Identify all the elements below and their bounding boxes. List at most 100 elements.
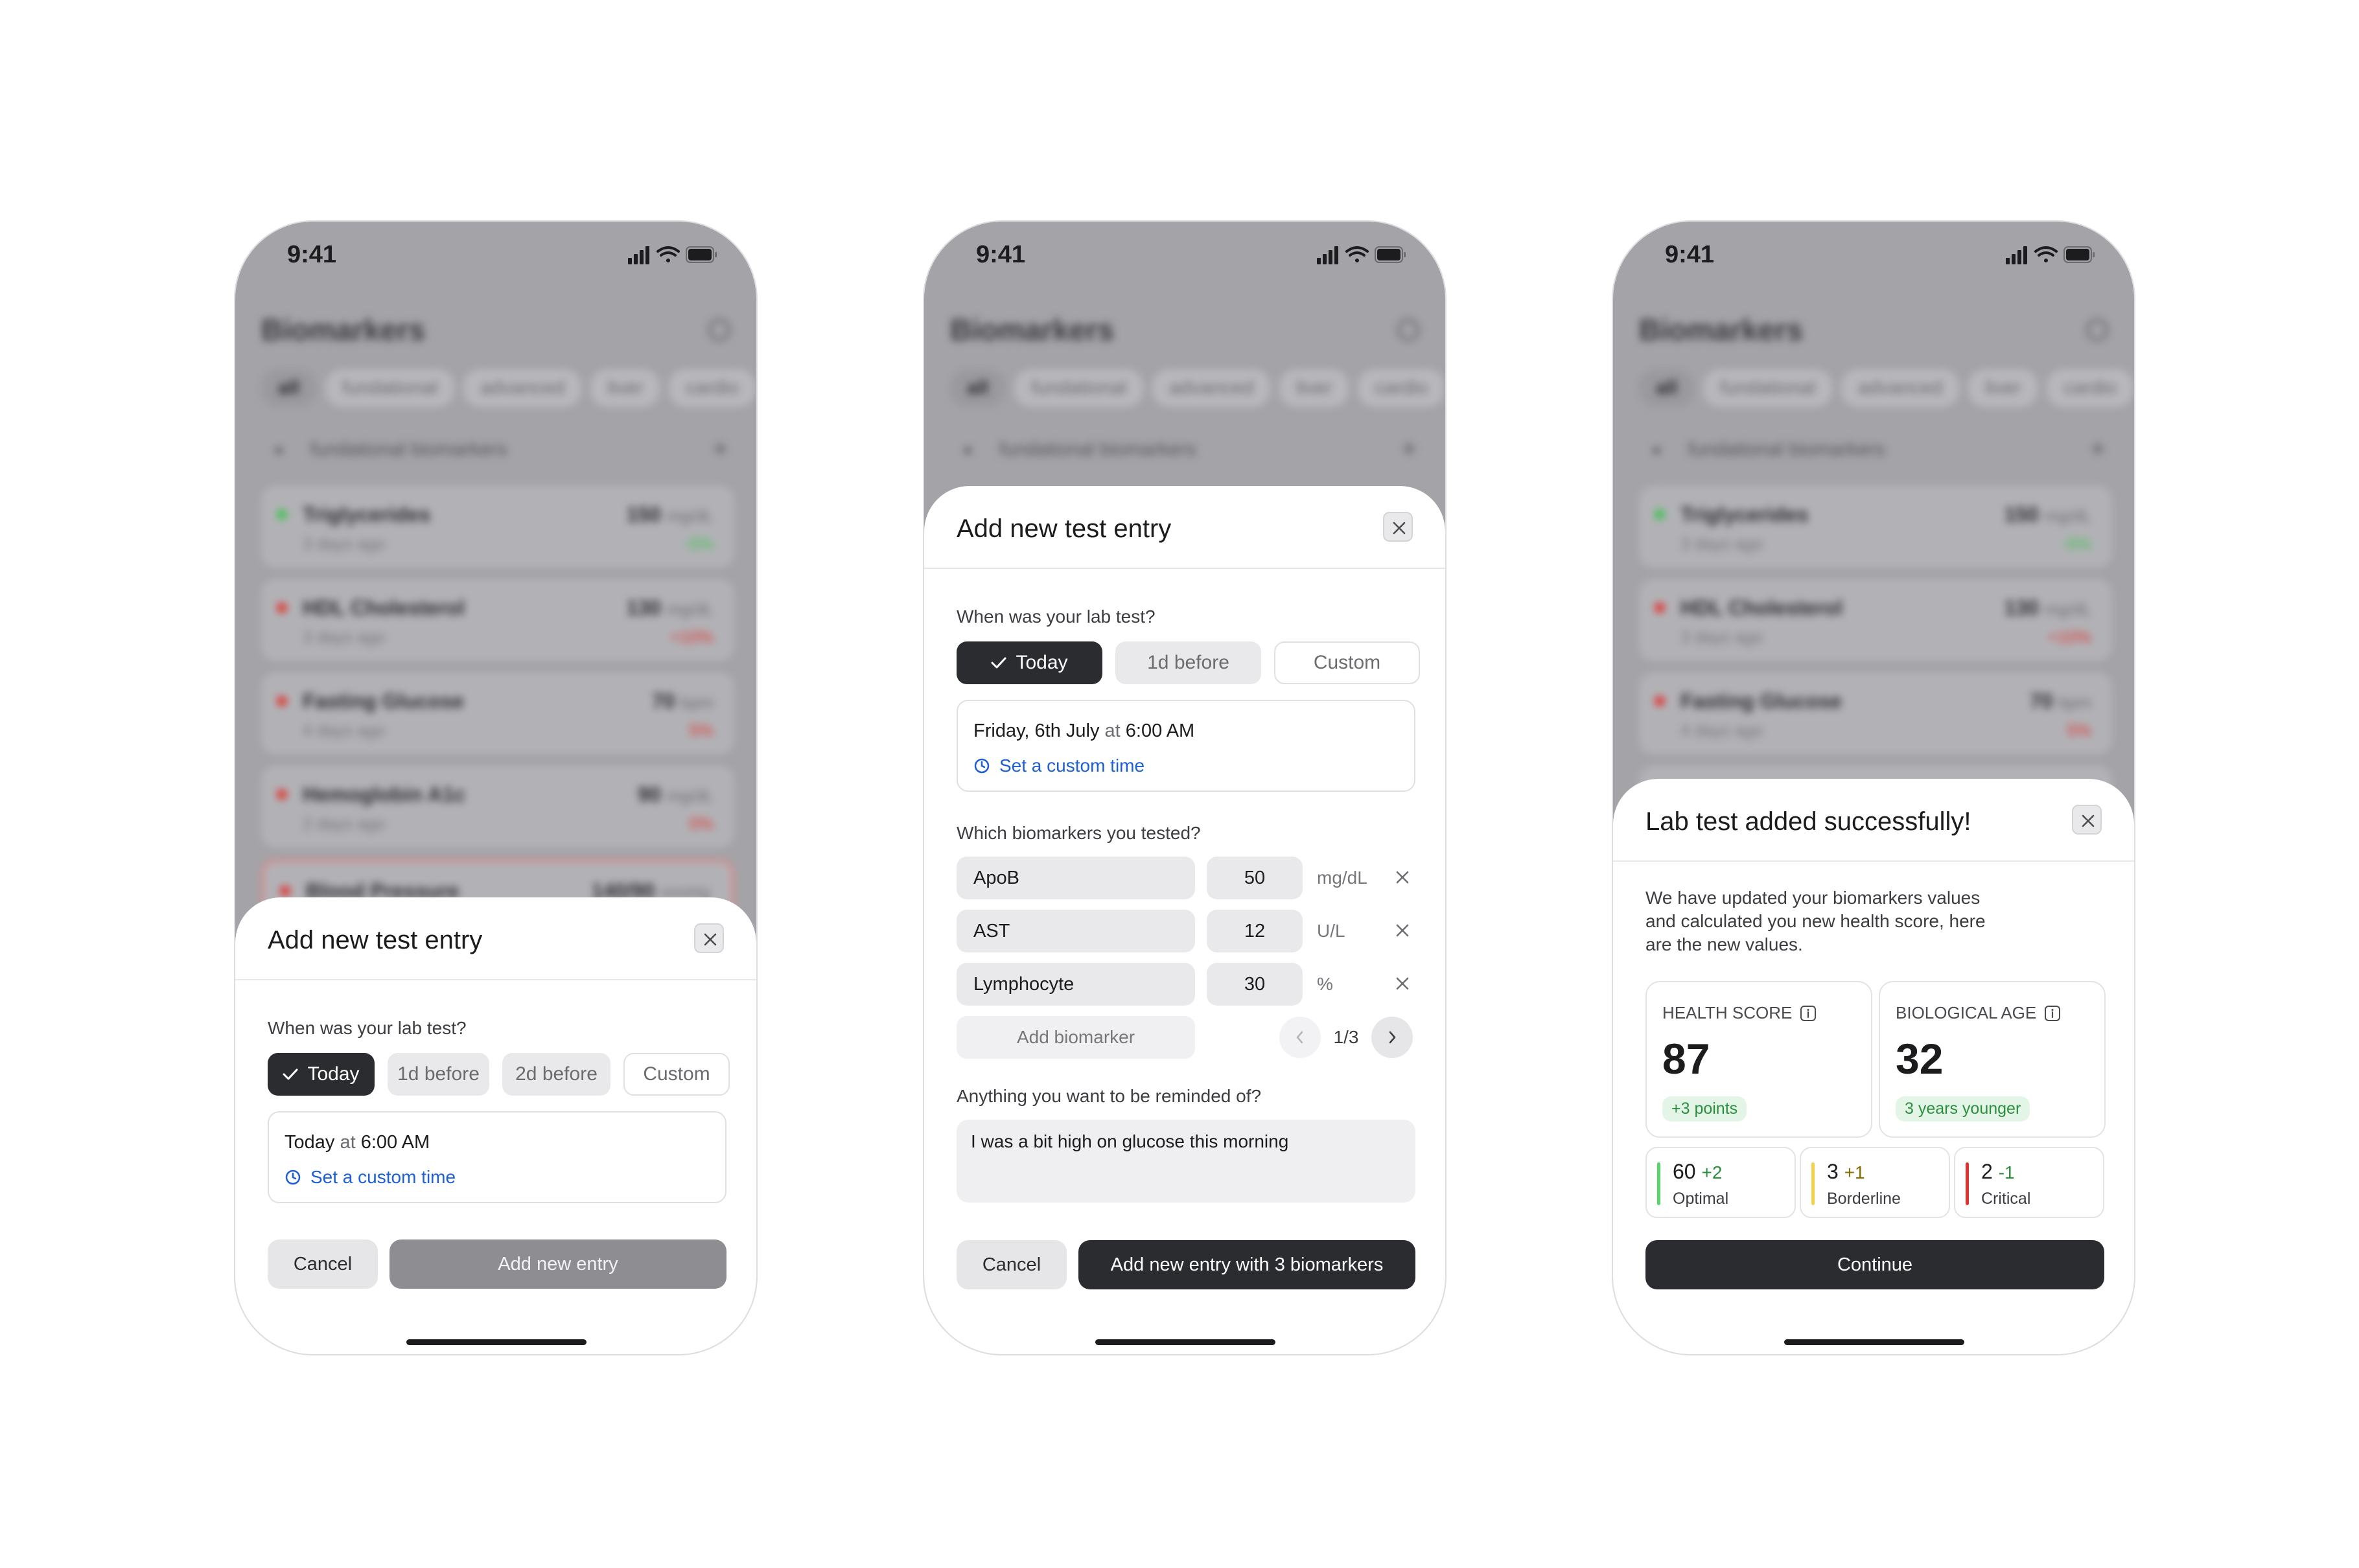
status-dot: [277, 509, 287, 520]
remove-icon[interactable]: [1393, 974, 1412, 993]
clock-icon: [974, 758, 990, 774]
cancel-button[interactable]: Cancel: [957, 1240, 1067, 1289]
bg-card-name: Fasting Glucose: [1680, 689, 1842, 713]
biomarker-value-field[interactable]: 30: [1207, 963, 1303, 1006]
bg-card-value-num: 130: [626, 596, 661, 619]
close-icon: [2082, 814, 2095, 827]
page-indicator: 1/3: [1333, 1027, 1359, 1047]
add-biomarker-button[interactable]: Add biomarker: [957, 1016, 1195, 1059]
option-1d-before[interactable]: 1d before: [388, 1053, 489, 1096]
close-button[interactable]: [694, 923, 724, 953]
option-today[interactable]: Today: [957, 641, 1102, 684]
add-entry-button[interactable]: Add new entry with 3 biomarkers: [1078, 1240, 1415, 1289]
biological-age-badge: 3 years younger: [1896, 1096, 2030, 1122]
bg-filter-chips: all fundational advanced liver cardio: [261, 369, 756, 407]
bg-section-label: fundational biomarkers: [1688, 439, 1885, 460]
bg-card-name: Hemoglobin A1c: [303, 783, 466, 806]
bg-card-unit: bpm: [2058, 693, 2091, 712]
prev-page-button[interactable]: [1279, 1017, 1321, 1058]
date-question: When was your lab test?: [957, 606, 1156, 627]
add-entry-sheet: Add new test entry When was your lab tes…: [924, 486, 1445, 1354]
signal-icon: [2006, 246, 2027, 264]
biomarker-row: Lymphocyte 30 %: [957, 963, 1415, 1006]
biomarker-value-field[interactable]: 50: [1207, 857, 1303, 899]
action-buttons: Cancel Add new entry: [268, 1239, 726, 1289]
health-score-badge: +3 points: [1662, 1096, 1747, 1122]
sheet-header: Add new test entry: [924, 486, 1445, 569]
action-buttons: Cancel Add new entry with 3 biomarkers: [957, 1240, 1415, 1289]
next-page-button[interactable]: [1371, 1017, 1413, 1058]
add-entry-sheet: Add new test entry When was your lab tes…: [235, 897, 756, 1354]
status-icons: [628, 246, 717, 264]
option-custom[interactable]: Custom: [1274, 641, 1420, 684]
remove-icon[interactable]: [1393, 868, 1412, 886]
option-custom[interactable]: Custom: [623, 1053, 730, 1096]
bg-card: HDL Cholesterol 3 days ago 130 mg/dL +10…: [1639, 579, 2112, 661]
sheet-title: Lab test added successfully!: [1645, 807, 1971, 836]
cancel-button[interactable]: Cancel: [268, 1239, 378, 1289]
battery-icon: [2063, 246, 2095, 263]
bg-card-unit: mg/dL: [2044, 599, 2091, 619]
set-custom-time-link[interactable]: Set a custom time: [973, 755, 1145, 776]
bg-card-name: HDL Cholesterol: [1680, 596, 1843, 619]
bg-section-header: ● fundational biomarkers +: [261, 435, 734, 465]
bg-card-sub: 3 days ago: [1680, 627, 1763, 647]
sheet-title: Add new test entry: [268, 926, 483, 954]
bg-card: Hemoglobin A1c 2 days ago 90 mg/dL 0%: [261, 766, 734, 847]
date-day: Today: [285, 1132, 335, 1153]
add-entry-button[interactable]: Add new entry: [389, 1239, 726, 1289]
bg-card: Triglycerides 3 days ago 150 mg/dL -5%: [261, 486, 734, 568]
bg-card-value: 70 bpm: [2030, 689, 2091, 713]
bg-page-title: Biomarkers: [261, 313, 426, 347]
bg-card-value: 70 bpm: [652, 689, 714, 713]
biomarker-value-field[interactable]: 12: [1207, 910, 1303, 952]
option-today[interactable]: Today: [268, 1053, 375, 1096]
status-time: 9:41: [1665, 241, 1715, 268]
date-text: Friday, 6th July at 6:00 AM: [973, 721, 1194, 742]
home-indicator: [1784, 1339, 1964, 1345]
bg-page-title: Biomarkers: [1639, 313, 1804, 347]
bg-card-value: 150 mg/dL: [626, 503, 714, 527]
reminder-textarea[interactable]: I was a bit high on glucose this morning: [957, 1120, 1415, 1203]
bg-card-value-num: 150: [626, 503, 661, 526]
biomarker-row: ApoB 50 mg/dL: [957, 857, 1415, 899]
date-at: at: [1104, 721, 1121, 741]
signal-icon: [1317, 246, 1338, 264]
count-number: 60: [1673, 1160, 1696, 1183]
info-icon[interactable]: [1800, 1005, 1817, 1022]
close-button[interactable]: [2072, 805, 2102, 835]
info-icon[interactable]: [2044, 1005, 2061, 1022]
continue-button[interactable]: Continue: [1645, 1240, 2104, 1289]
close-button[interactable]: [1383, 512, 1413, 542]
status-time: 9:41: [976, 241, 1026, 268]
date-text: Today at 6:00 AM: [285, 1132, 430, 1153]
bg-chip: fundational: [325, 369, 455, 407]
option-1d-before[interactable]: 1d before: [1115, 641, 1261, 684]
bg-section-label: fundational biomarkers: [999, 439, 1196, 460]
optimal-indicator: [1657, 1162, 1660, 1205]
status-dot: [1655, 603, 1665, 613]
biomarker-name-field[interactable]: ApoB: [957, 857, 1195, 899]
bg-card-value: 130 mg/dL: [2004, 596, 2091, 620]
remove-icon[interactable]: [1393, 921, 1412, 940]
biomarker-name-field[interactable]: AST: [957, 910, 1195, 952]
health-score-label-text: HEALTH SCORE: [1662, 1003, 1793, 1022]
bg-card-name: Fasting Glucose: [303, 689, 464, 713]
bg-chip: advanced: [1841, 369, 1960, 407]
bg-card-change: 5%: [689, 721, 714, 740]
biological-age-label-text: BIOLOGICAL AGE: [1896, 1003, 2037, 1022]
bg-chip: fundational: [1014, 369, 1144, 407]
date-options: Today 1d before 2d before Custom: [268, 1053, 730, 1096]
biomarker-name-field[interactable]: Lymphocyte: [957, 963, 1195, 1006]
bg-plus-icon: +: [1401, 435, 1417, 463]
status-dot: [1655, 696, 1665, 706]
count-label: Critical: [1981, 1190, 2031, 1208]
count-number: 3: [1827, 1160, 1839, 1183]
phone-screen-2: Biomarkers all fundational advanced live…: [923, 220, 1447, 1355]
bg-chip: liver: [1279, 369, 1349, 407]
option-2d-before[interactable]: 2d before: [502, 1053, 610, 1096]
action-buttons: Continue: [1645, 1240, 2104, 1289]
wifi-icon: [2034, 246, 2058, 262]
set-custom-time-link[interactable]: Set a custom time: [285, 1167, 456, 1188]
bg-card-sub: 4 days ago: [303, 721, 386, 740]
